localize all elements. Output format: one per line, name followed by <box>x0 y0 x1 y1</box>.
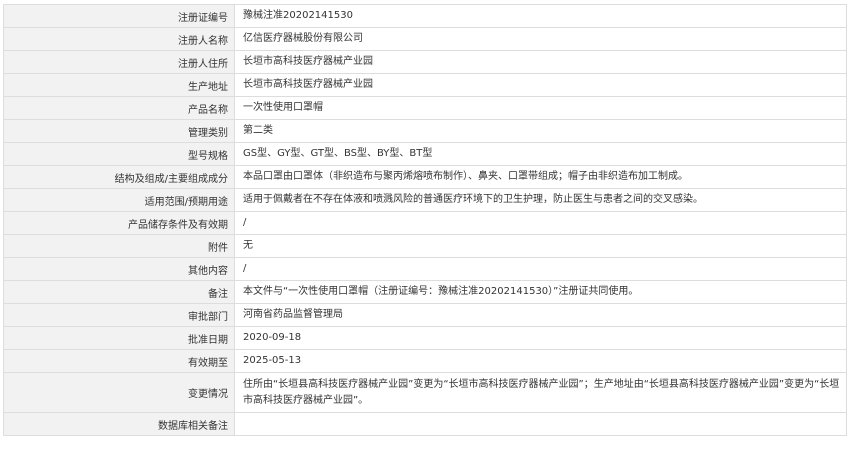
row-registrant-name: 注册人名称 亿信医疗器械股份有限公司 <box>3 27 847 51</box>
row-value <box>234 412 847 436</box>
row-label: 备注 <box>3 280 235 304</box>
row-value: / <box>234 257 847 281</box>
row-production-address: 生产地址 长垣市高科技医疗器械产业园 <box>3 73 847 97</box>
row-value: / <box>234 211 847 235</box>
row-other-content: 其他内容 / <box>3 257 847 281</box>
row-structure-composition: 结构及组成/主要组成成分 本品口罩由口罩体（非织造布与聚丙烯熔喷布制作）、鼻夹、… <box>3 165 847 189</box>
row-value: GS型、GY型、GT型、BS型、BY型、BT型 <box>234 142 847 166</box>
row-label: 审批部门 <box>3 303 235 327</box>
row-change-history: 变更情况 住所由“长垣县高科技医疗器械产业园”变更为“长垣市高科技医疗器械产业园… <box>3 372 847 413</box>
row-management-category: 管理类别 第二类 <box>3 119 847 143</box>
row-storage-validity: 产品储存条件及有效期 / <box>3 211 847 235</box>
row-remarks: 备注 本文件与“一次性使用口罩帽（注册证编号：豫械注准20202141530）”… <box>3 280 847 304</box>
row-value: 无 <box>234 234 847 258</box>
row-value: 豫械注准20202141530 <box>234 4 847 28</box>
row-value: 河南省药品监督管理局 <box>234 303 847 327</box>
row-value: 本文件与“一次性使用口罩帽（注册证编号：豫械注准20202141530）”注册证… <box>234 280 847 304</box>
row-label: 数据库相关备注 <box>3 412 235 436</box>
row-value: 适用于佩戴者在不存在体液和喷溅风险的普通医疗环境下的卫生护理，防止医生与患者之间… <box>234 188 847 212</box>
row-label: 结构及组成/主要组成成分 <box>3 165 235 189</box>
row-intended-use: 适用范围/预期用途 适用于佩戴者在不存在体液和喷溅风险的普通医疗环境下的卫生护理… <box>3 188 847 212</box>
row-valid-until: 有效期至 2025-05-13 <box>3 349 847 373</box>
row-label: 型号规格 <box>3 142 235 166</box>
row-product-name: 产品名称 一次性使用口罩帽 <box>3 96 847 120</box>
row-label: 附件 <box>3 234 235 258</box>
row-value: 长垣市高科技医疗器械产业园 <box>234 50 847 74</box>
row-approval-date: 批准日期 2020-09-18 <box>3 326 847 350</box>
row-label: 有效期至 <box>3 349 235 373</box>
row-label: 产品储存条件及有效期 <box>3 211 235 235</box>
row-label: 批准日期 <box>3 326 235 350</box>
row-registrant-address: 注册人住所 长垣市高科技医疗器械产业园 <box>3 50 847 74</box>
row-label: 管理类别 <box>3 119 235 143</box>
row-label: 变更情况 <box>3 372 235 413</box>
row-registration-number: 注册证编号 豫械注准20202141530 <box>3 4 847 28</box>
row-label: 生产地址 <box>3 73 235 97</box>
row-model-spec: 型号规格 GS型、GY型、GT型、BS型、BY型、BT型 <box>3 142 847 166</box>
row-label: 注册人名称 <box>3 27 235 51</box>
row-label: 其他内容 <box>3 257 235 281</box>
row-value: 第二类 <box>234 119 847 143</box>
row-label: 产品名称 <box>3 96 235 120</box>
row-approval-department: 审批部门 河南省药品监督管理局 <box>3 303 847 327</box>
row-attachment: 附件 无 <box>3 234 847 258</box>
registration-detail-panel: 注册证编号 豫械注准20202141530 注册人名称 亿信医疗器械股份有限公司… <box>3 4 847 436</box>
row-value: 长垣市高科技医疗器械产业园 <box>234 73 847 97</box>
row-database-remarks: 数据库相关备注 <box>3 412 847 436</box>
registration-table: 注册证编号 豫械注准20202141530 注册人名称 亿信医疗器械股份有限公司… <box>3 4 847 436</box>
row-value: 住所由“长垣县高科技医疗器械产业园”变更为“长垣市高科技医疗器械产业园”；生产地… <box>234 372 847 413</box>
row-value: 本品口罩由口罩体（非织造布与聚丙烯熔喷布制作）、鼻夹、口罩带组成；帽子由非织造布… <box>234 165 847 189</box>
row-label: 注册人住所 <box>3 50 235 74</box>
row-label: 注册证编号 <box>3 4 235 28</box>
row-value: 2020-09-18 <box>234 326 847 350</box>
row-value: 一次性使用口罩帽 <box>234 96 847 120</box>
row-value: 亿信医疗器械股份有限公司 <box>234 27 847 51</box>
row-value: 2025-05-13 <box>234 349 847 373</box>
row-label: 适用范围/预期用途 <box>3 188 235 212</box>
